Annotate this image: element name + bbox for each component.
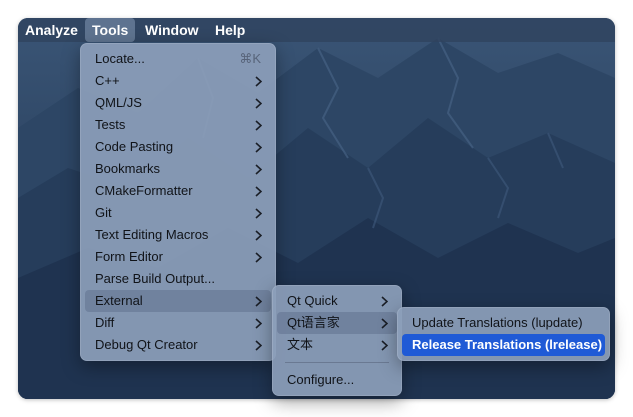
chevron-right-icon	[253, 224, 263, 246]
menu-item-code-pasting[interactable]: Code Pasting	[85, 136, 271, 158]
menu-item-tests[interactable]: Tests	[85, 114, 271, 136]
chevron-right-icon	[253, 70, 263, 92]
external-submenu: Qt Quick Qt语言家 文本 Configure...	[272, 285, 402, 396]
shortcut-label: ⌘K	[239, 51, 261, 66]
chevron-right-icon	[253, 114, 263, 136]
menu-item-label: Parse Build Output...	[95, 271, 215, 286]
menu-item-cmakeformatter[interactable]: CMakeFormatter	[85, 180, 271, 202]
menubar-tools[interactable]: Tools	[85, 18, 136, 42]
menu-item-qmljs[interactable]: QML/JS	[85, 92, 271, 114]
menubar-help[interactable]: Help	[208, 18, 252, 42]
menu-item-label: Debug Qt Creator	[95, 337, 198, 352]
menu-item-label: Qt Quick	[287, 293, 338, 308]
menu-item-configure[interactable]: Configure...	[277, 369, 397, 391]
menu-item-label: Release Translations (lrelease)	[412, 337, 603, 352]
menu-item-label: Configure...	[287, 372, 355, 387]
chevron-right-icon	[253, 136, 263, 158]
menu-item-qt-linguist[interactable]: Qt语言家	[277, 312, 397, 334]
chevron-right-icon	[379, 290, 389, 312]
menu-item-label: Diff	[95, 315, 115, 330]
menu-item-text[interactable]: 文本	[277, 334, 397, 356]
menubar-window[interactable]: Window	[138, 18, 206, 42]
menu-item-label: Bookmarks	[95, 161, 161, 176]
menu-item-label: Text Editing Macros	[95, 227, 209, 242]
chevron-right-icon	[253, 246, 263, 268]
chevron-right-icon	[253, 312, 263, 334]
menu-item-label: C++	[95, 73, 120, 88]
menu-item-cpp[interactable]: C++	[85, 70, 271, 92]
menu-item-label: Code Pasting	[95, 139, 174, 154]
menu-item-label: Tests	[95, 117, 126, 132]
tools-menu: Locate... ⌘K C++ QML/JS Tests Code Pasti…	[80, 43, 276, 361]
chevron-right-icon	[253, 202, 263, 224]
menu-item-release-translations[interactable]: Release Translations (lrelease)	[402, 334, 605, 356]
menu-item-label: Form Editor	[95, 249, 163, 264]
menu-item-parse-build-output[interactable]: Parse Build Output...	[85, 268, 271, 290]
menu-item-git[interactable]: Git	[85, 202, 271, 224]
menu-item-label: QML/JS	[95, 95, 142, 110]
chevron-right-icon	[253, 92, 263, 114]
linguist-submenu: Update Translations (lupdate) Release Tr…	[397, 307, 610, 361]
chevron-right-icon	[379, 312, 389, 334]
menu-item-label: 文本	[287, 337, 314, 352]
chevron-right-icon	[379, 334, 389, 356]
menu-separator	[285, 362, 389, 363]
menu-item-label: Update Translations (lupdate)	[412, 315, 583, 330]
menu-item-external[interactable]: External	[85, 290, 271, 312]
menu-item-form-editor[interactable]: Form Editor	[85, 246, 271, 268]
menu-item-debug-qt-creator[interactable]: Debug Qt Creator	[85, 334, 271, 356]
menu-item-text-editing-macros[interactable]: Text Editing Macros	[85, 224, 271, 246]
menubar-analyze[interactable]: Analyze	[18, 18, 85, 42]
chevron-right-icon	[253, 334, 263, 356]
menu-item-qt-quick[interactable]: Qt Quick	[277, 290, 397, 312]
chevron-right-icon	[253, 290, 263, 312]
menu-bar: Analyze Tools Window Help	[18, 18, 615, 42]
chevron-right-icon	[253, 180, 263, 202]
menu-item-label: External	[95, 293, 143, 308]
menu-item-locate[interactable]: Locate... ⌘K	[85, 48, 271, 70]
menu-item-bookmarks[interactable]: Bookmarks	[85, 158, 271, 180]
menu-item-label: Git	[95, 205, 112, 220]
menu-item-label: Locate...	[95, 51, 145, 66]
menu-item-update-translations[interactable]: Update Translations (lupdate)	[402, 312, 605, 334]
menu-item-diff[interactable]: Diff	[85, 312, 271, 334]
menu-item-label: Qt语言家	[287, 315, 340, 330]
menu-item-label: CMakeFormatter	[95, 183, 193, 198]
chevron-right-icon	[253, 158, 263, 180]
